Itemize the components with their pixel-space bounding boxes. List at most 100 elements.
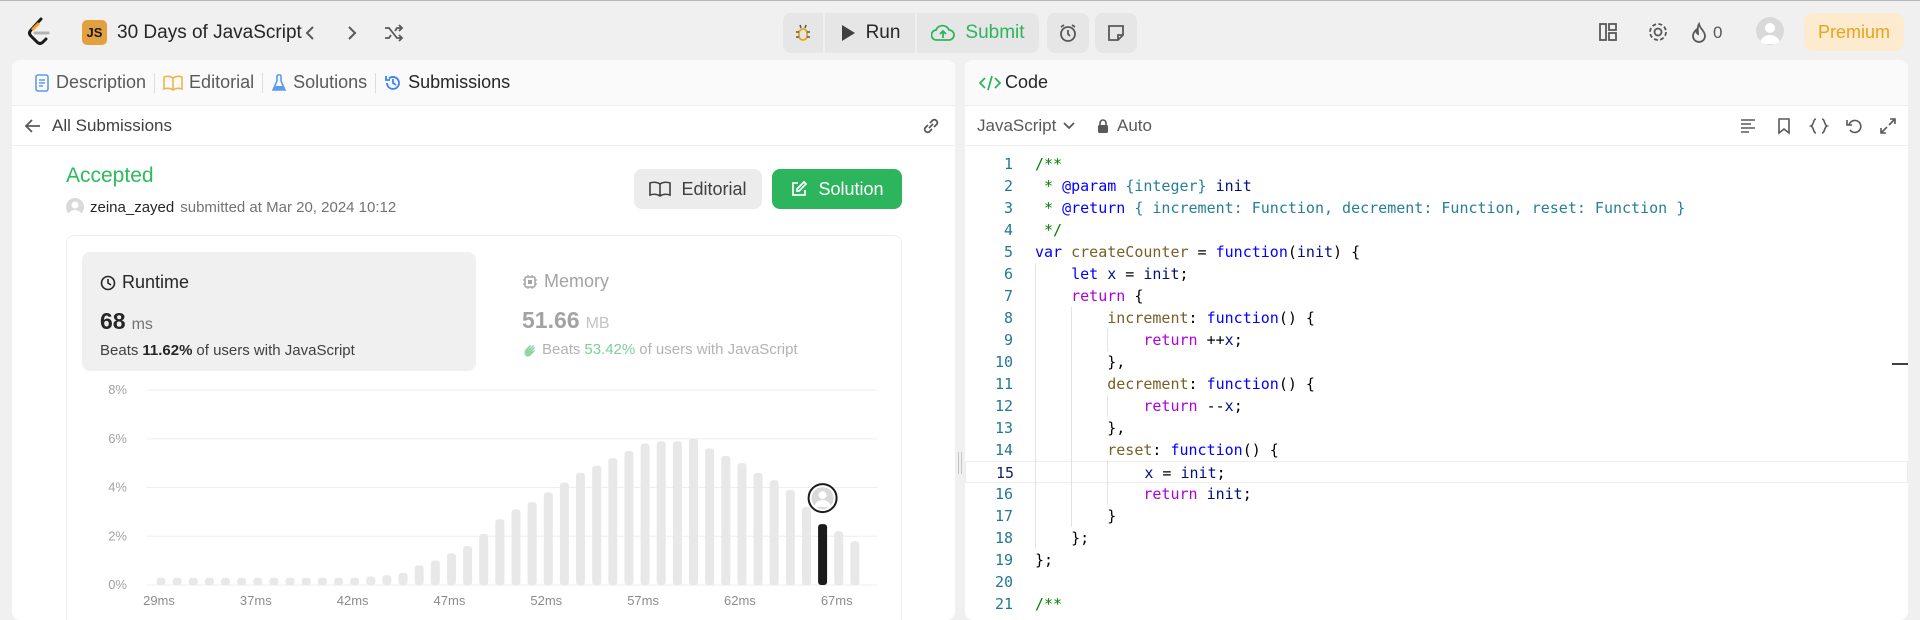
reset-code-icon[interactable] [1845,117,1863,135]
memory-label[interactable]: Memory [522,271,609,292]
distribution-bar [334,577,343,585]
js-badge-icon: JS [82,20,107,45]
settings-gear-icon[interactable] [1644,18,1672,46]
code-line[interactable]: 7 return { [965,285,1908,307]
code-line[interactable]: 4 */ [965,219,1908,241]
code-line[interactable]: 20 [965,571,1908,593]
code-line[interactable]: 10 }, [965,351,1908,373]
shuffle-icon[interactable] [380,19,408,47]
format-lines-icon[interactable] [1739,117,1757,135]
editor-toolbar: JavaScript Auto [965,106,1908,146]
prev-problem-button[interactable] [296,19,324,47]
panel-resize-handle[interactable] [958,452,962,474]
submit-button[interactable]: Submit [917,13,1039,53]
distribution-bar [253,577,263,585]
highlighted-bar [818,524,828,585]
editorial-button[interactable]: Editorial [634,169,762,209]
share-link-icon[interactable] [921,116,941,136]
line-number: 2 [1003,177,1013,195]
chevron-down-icon [1063,122,1076,130]
notes-icon[interactable] [1095,13,1137,53]
distribution-bar [705,448,715,585]
distribution-bar [592,465,602,585]
braces-icon[interactable] [1809,117,1829,135]
y-tick-label: 4% [108,480,127,495]
tab-code[interactable]: Code [979,72,1056,93]
line-number: 13 [994,419,1013,437]
line-number: 17 [994,507,1013,525]
line-code: * @param {integer} init [1035,177,1252,195]
code-line[interactable]: 3 * @return { increment: Function, decre… [965,197,1908,219]
distribution-bar [753,472,763,585]
code-line[interactable]: 6 let x = init; [965,263,1908,285]
code-editor[interactable]: 1/** 2 * @param {integer} init 3 * @return… [965,146,1908,620]
tab-solutions[interactable]: Solutions [263,72,375,93]
distribution-bar [559,482,569,585]
code-line[interactable]: 17 } [965,505,1908,527]
code-line[interactable]: 14 reset: function() { [965,439,1908,461]
run-button[interactable]: Run [825,13,915,53]
code-line[interactable]: 21 /** [965,593,1908,615]
avatar[interactable] [1756,17,1784,45]
submit-label: Submit [965,22,1025,43]
tab-submissions[interactable]: Submissions [376,72,518,93]
distribution-bar [576,472,586,585]
code-tabs: Code [965,60,1908,106]
bookmark-icon[interactable] [1775,117,1793,135]
run-label: Run [865,22,901,43]
code-line[interactable]: 13 }, [965,417,1908,439]
solution-button[interactable]: Solution [772,169,902,209]
tab-description[interactable]: Description [26,72,154,93]
line-code: * @return { increment: Function, decreme… [1035,199,1686,217]
line-number: 4 [1003,221,1013,239]
leetcode-logo-icon[interactable] [26,17,52,47]
distribution-bar [221,577,231,585]
distribution-bar [495,519,505,585]
line-number: 20 [994,573,1013,591]
debug-bug-icon[interactable] [783,13,823,53]
lock-icon [1098,118,1108,133]
problem-list-title[interactable]: 30 Days of JavaScript [117,19,302,47]
expand-icon[interactable] [1879,117,1897,135]
distribution-bar [156,577,166,585]
runtime-distribution-chart[interactable]: 8% 6% 4% 2% 0% 29ms 37ms 42ms 47ms 52ms 57ms 62ms 67… [82,378,882,608]
language-select[interactable]: JavaScript [977,116,1076,136]
chip-icon [523,274,537,289]
layout-grid-icon[interactable] [1594,18,1622,46]
line-code: }; [1035,551,1054,569]
line-number: 3 [1003,199,1013,217]
code-line[interactable]: 18 }; [965,527,1908,549]
code-line[interactable]: 1 /** [965,153,1908,175]
submitted-at: submitted at Mar 20, 2024 10:12 [180,198,397,216]
next-problem-button[interactable] [338,19,366,47]
premium-button[interactable]: Premium [1804,13,1904,51]
code-brackets-icon [979,75,1001,90]
code-line[interactable]: 2 * @param {integer} init [965,175,1908,197]
streak-counter[interactable]: 0 [1690,19,1722,47]
code-line[interactable]: 5 var createCounter = function(init) { [965,241,1908,263]
left-tabs: Description Editorial Solutions Submissi… [12,60,955,106]
scrollbar-marker[interactable] [1892,363,1908,365]
submission-status: Accepted [66,164,154,187]
all-submissions-link[interactable]: All Submissions [24,116,172,136]
runtime-card[interactable]: Runtime 68 ms Beats 11.62% of users with … [82,252,476,371]
tab-editorial[interactable]: Editorial [155,72,262,93]
y-tick-label: 2% [108,528,127,543]
line-code: /** [1035,155,1063,173]
code-line[interactable]: 19}; [965,549,1908,571]
user-avatar[interactable] [66,198,84,216]
auto-mode[interactable]: Auto [1097,116,1152,136]
timer-icon[interactable] [1047,13,1089,53]
submission-panel: Description Editorial Solutions Submissi… [12,60,955,620]
line-code: return { [1071,287,1144,305]
x-tick-label: 42ms [337,593,369,608]
line-code: let x = init; [1071,265,1189,283]
line-number: 14 [994,441,1013,459]
distribution-bar [446,553,456,585]
distribution-bar [382,575,392,585]
code-line[interactable]: 8 increment: function() { [965,307,1908,329]
x-tick-label: 29ms [143,593,175,608]
x-tick-label: 37ms [240,593,272,608]
code-line[interactable]: 11 decrement: function() { [965,373,1908,395]
submitter-username[interactable]: zeina_zayed [90,199,174,216]
